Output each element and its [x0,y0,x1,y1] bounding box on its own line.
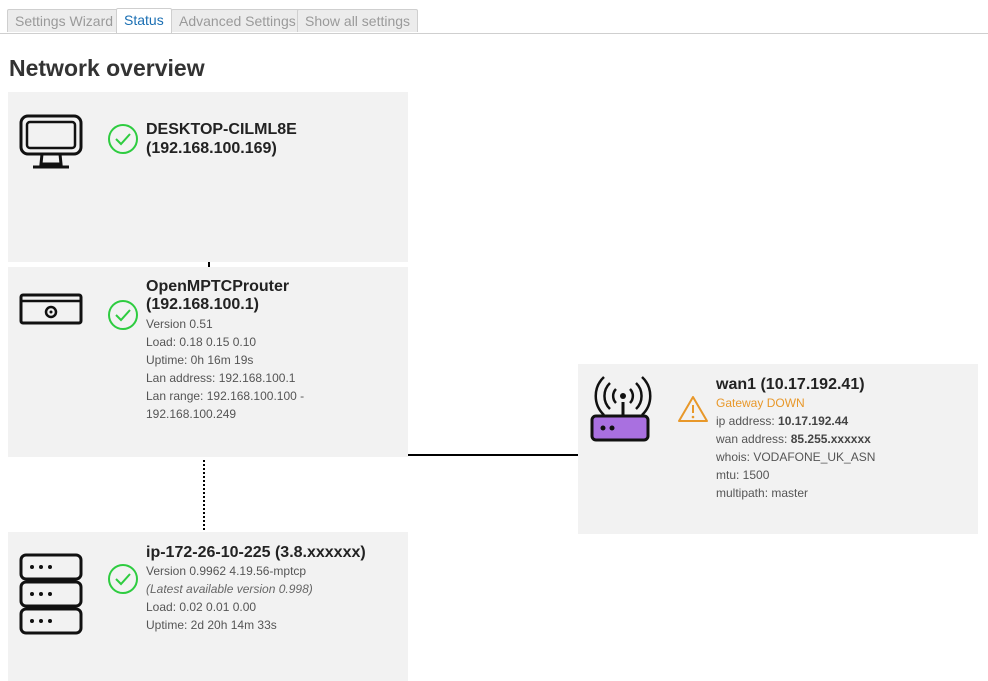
check-circle-icon [108,564,138,594]
router-load: Load: 0.18 0.15 0.10 [146,335,257,349]
wan-ip-address: ip address: 10.17.192.44 [716,414,849,428]
wan-card: wan1 (10.17.192.41) Gateway DOWN ip addr… [578,364,978,534]
tab-settings-wizard[interactable]: Settings Wizard [7,9,122,32]
wan-gateway-status: Gateway DOWN [716,396,805,410]
router-lan-address: Lan address: 192.168.100.1 [146,371,296,385]
server-stack-icon [19,553,83,635]
wan-mtu: mtu: 1500 [716,468,770,482]
router-card: OpenMPTCProuter (192.168.100.1) Version … [8,267,408,457]
warning-triangle-icon [678,396,708,422]
router-ip: (192.168.100.1) [146,296,259,313]
wan-title: wan1 (10.17.192.41) [716,376,865,393]
wan-whois: whois: VODAFONE_UK_ASN [716,450,876,464]
router-version: Version 0.51 [146,317,213,331]
server-title: ip-172-26-10-225 (3.8.xxxxxx) [146,544,366,561]
router-name: OpenMPTCProuter [146,278,290,295]
connector-router-wan [408,454,580,456]
tab-bar: Settings Wizard Status Advanced Settings… [0,0,988,34]
router-icon [19,293,83,325]
tab-advanced-settings[interactable]: Advanced Settings [171,9,304,32]
server-load: Load: 0.02 0.01 0.00 [146,600,257,614]
check-circle-icon [108,124,138,154]
server-card: ip-172-26-10-225 (3.8.xxxxxx) Version 0.… [8,532,408,681]
connector-router-server [203,460,205,532]
monitor-icon [19,114,83,169]
wan-public-address: wan address: 85.255.xxxxxx [716,432,871,446]
page-title: Network overview [9,55,205,81]
router-lan-range-end: 192.168.100.249 [146,407,237,421]
server-version: Version 0.9962 4.19.56-mptcp [146,564,307,578]
server-latest-version: (Latest available version 0.998) [146,582,313,596]
client-card: DESKTOP-CILML8E (192.168.100.169) [8,92,408,262]
router-lan-range: Lan range: 192.168.100.100 - [146,389,305,403]
wifi-modem-icon [590,376,652,442]
tab-status[interactable]: Status [116,8,172,33]
check-circle-icon [108,300,138,330]
wan-multipath: multipath: master [716,486,809,500]
client-ip: (192.168.100.169) [146,140,277,157]
client-name: DESKTOP-CILML8E [146,121,297,138]
router-uptime: Uptime: 0h 16m 19s [146,353,254,367]
server-uptime: Uptime: 2d 20h 14m 33s [146,618,277,632]
tab-show-all-settings[interactable]: Show all settings [297,9,419,32]
